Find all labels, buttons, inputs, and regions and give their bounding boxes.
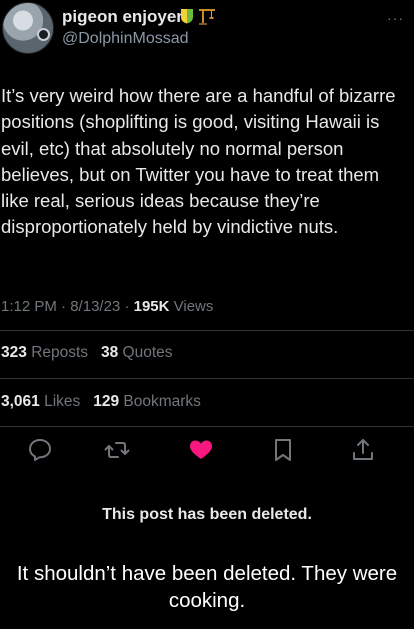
bookmark-icon[interactable] <box>270 437 296 463</box>
likes-stat[interactable]: 3,061 Likes <box>1 393 80 410</box>
bookmarks-label: Bookmarks <box>123 393 201 410</box>
tweet-date[interactable]: 8/13/23 <box>70 298 120 315</box>
divider <box>0 378 414 379</box>
views-count: 195K <box>133 298 170 315</box>
tweet-header: pigeon enjoyer @DolphinMossad ··· <box>0 0 414 60</box>
likes-label: Likes <box>44 393 81 410</box>
divider <box>0 330 414 331</box>
reposts-count: 323 <box>1 344 27 361</box>
display-name[interactable]: pigeon enjoyer <box>62 7 183 27</box>
pigeon-eye-icon <box>39 30 48 39</box>
share-icon[interactable] <box>350 437 376 463</box>
like-icon[interactable] <box>188 437 214 463</box>
tweet-text: It’s very weird how there are a handful … <box>1 85 396 238</box>
user-handle[interactable]: @DolphinMossad <box>62 30 189 48</box>
stats-row-reposts: 323 Reposts 38 Quotes <box>1 344 173 362</box>
action-bar <box>0 437 414 467</box>
separator: · <box>61 298 67 315</box>
divider <box>0 426 414 427</box>
tweet-meta: 1:12 PM · 8/13/23 · 195K Views <box>1 298 213 315</box>
reposts-label: Reposts <box>31 344 89 361</box>
quotes-stat[interactable]: 38 Quotes <box>101 344 173 361</box>
meme-caption: It shouldn’t have been deleted. They wer… <box>16 562 398 612</box>
profile-badges <box>180 6 216 26</box>
reply-icon[interactable] <box>27 437 53 463</box>
tweet-card: pigeon enjoyer @DolphinMossad ··· It’s v… <box>0 0 414 540</box>
more-options-icon[interactable]: ··· <box>387 10 404 26</box>
views-label: Views <box>173 298 214 315</box>
reposts-stat[interactable]: 323 Reposts <box>1 344 88 361</box>
separator: · <box>124 298 130 315</box>
construction-crane-icon <box>199 9 215 25</box>
bookmarks-count: 129 <box>93 393 120 410</box>
deleted-notice: This post has been deleted. <box>102 506 312 523</box>
repost-icon[interactable] <box>104 437 130 463</box>
likes-count: 3,061 <box>1 393 40 410</box>
shield-icon <box>181 9 193 24</box>
bookmarks-stat[interactable]: 129 Bookmarks <box>93 393 201 410</box>
quotes-count: 38 <box>100 344 119 361</box>
stats-row-likes: 3,061 Likes 129 Bookmarks <box>1 393 201 411</box>
avatar[interactable] <box>2 2 54 54</box>
quotes-label: Quotes <box>122 344 173 361</box>
tweet-time[interactable]: 1:12 PM <box>1 298 57 315</box>
